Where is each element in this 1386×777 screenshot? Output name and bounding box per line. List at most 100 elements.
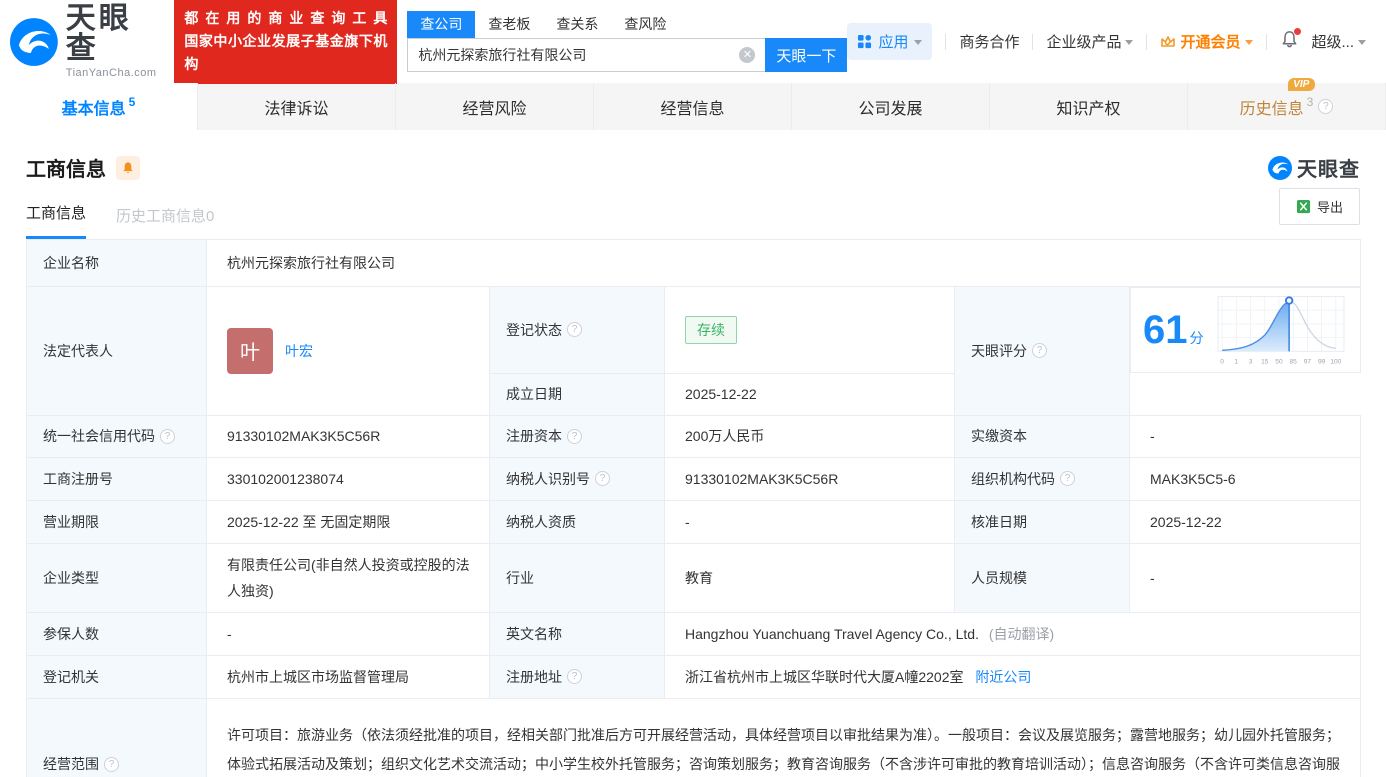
nav-enterprise-products[interactable]: 企业级产品 <box>1046 31 1134 52</box>
table-row: 工商注册号 330102001238074 纳税人识别号? 91330102MA… <box>26 456 1362 501</box>
tab-operation-risk[interactable]: 经营风险 <box>396 83 594 130</box>
help-icon[interactable]: ? <box>1032 343 1047 359</box>
help-icon[interactable]: ? <box>595 471 610 486</box>
tianyancha-logo[interactable]: 天眼查 TianYanCha.com <box>10 4 164 79</box>
subtab-row: 工商信息 历史工商信息0 导出 <box>0 182 1386 239</box>
nav-super-vip[interactable]: 超级... <box>1312 31 1367 52</box>
section-header: 工商信息 天眼查 <box>0 130 1386 182</box>
taxpayer-id-label: 纳税人识别号 <box>506 470 590 487</box>
subtab-history-business-info[interactable]: 历史工商信息0 <box>116 205 214 239</box>
reg-capital-label: 注册资本 <box>506 428 562 444</box>
nav-divider <box>1265 33 1267 50</box>
nav-divider <box>1032 33 1034 50</box>
svg-text:1: 1 <box>1234 359 1238 366</box>
table-row: 法定代表人 叶 叶宏 登记状态 ? 存续 天眼评分 ? 61 分 0 1 3 1… <box>26 286 1361 416</box>
chevron-down-icon <box>1125 40 1134 45</box>
legal-rep-name-link[interactable]: 叶宏 <box>285 341 313 361</box>
score-distribution-chart: 0 1 3 15 50 85 97 99 100 <box>1217 295 1344 366</box>
search-button[interactable]: 天眼一下 <box>765 38 848 72</box>
apps-menu[interactable]: 应用 <box>847 23 933 60</box>
taxpayer-id-value: 91330102MAK3K5C56R <box>664 456 955 501</box>
table-row: 企业类型 有限责任公司(非自然人投资或控股的法人独资) 行业 教育 人员规模 - <box>26 542 1362 613</box>
tab-history-info[interactable]: VIP 历史信息 3 ? <box>1188 77 1386 130</box>
watermark-logo: 天眼查 <box>1268 153 1360 182</box>
reg-status-label: 登记状态 <box>506 321 562 338</box>
notification-dot <box>1293 28 1301 35</box>
staff-size-label: 人员规模 <box>954 542 1130 613</box>
nav-open-vip[interactable]: 开通会员 <box>1160 31 1253 52</box>
org-code-value: MAK3K5C5-6 <box>1128 456 1362 501</box>
org-code-label: 组织机构代码 <box>971 470 1055 487</box>
business-term-label: 营业期限 <box>26 499 207 544</box>
table-row: 登记机关 杭州市上城区市场监督管理局 注册地址? 浙江省杭州市上城区华联时代大厦… <box>26 654 1362 699</box>
industry-value: 教育 <box>664 542 955 613</box>
tianyancha-swirl-icon <box>1268 155 1292 180</box>
chevron-down-icon <box>914 40 923 45</box>
table-row: 经营范围? 许可项目：旅游业务（依法须经批准的项目，经相关部门批准后方可开展经营… <box>26 697 1362 777</box>
search-block: 查公司 查老板 查关系 查风险 ✕ 天眼一下 <box>407 11 848 72</box>
business-info-table: 企业名称 杭州元探索旅行社有限公司 法定代表人 叶 叶宏 登记状态 ? 存续 天… <box>26 239 1362 777</box>
company-type-value: 有限责任公司(非自然人投资或控股的法人独资) <box>206 542 490 613</box>
apps-label: 应用 <box>878 34 909 51</box>
apps-grid-icon <box>858 34 872 49</box>
insured-count-value: - <box>206 611 490 656</box>
excel-icon <box>1296 199 1311 214</box>
business-scope-label: 经营范围 <box>43 756 99 772</box>
score-unit: 分 <box>1189 330 1204 346</box>
svg-text:97: 97 <box>1303 359 1311 366</box>
table-row: 企业名称 杭州元探索旅行社有限公司 <box>26 239 1362 287</box>
staff-size-value: - <box>1128 542 1362 613</box>
reg-authority-label: 登记机关 <box>26 654 207 699</box>
help-icon[interactable]: ? <box>567 322 582 338</box>
export-button[interactable]: 导出 <box>1278 188 1360 225</box>
svg-text:100: 100 <box>1330 359 1341 366</box>
taxpayer-quality-label: 纳税人资质 <box>489 499 665 544</box>
table-row: 参保人数 - 英文名称 Hangzhou Yuanchuang Travel A… <box>26 611 1362 656</box>
top-header: 天眼查 TianYanCha.com 都在用的商业查询工具 国家中小企业发展子基… <box>0 0 1386 85</box>
section-title: 工商信息 <box>26 159 106 181</box>
est-date-value: 2025-12-22 <box>664 372 955 416</box>
reg-number-value: 330102001238074 <box>206 456 490 501</box>
business-scope-value: 许可项目：旅游业务（依法须经批准的项目，经相关部门批准后方可开展经营活动，具体经… <box>205 697 1362 777</box>
nav-biz-cooperation[interactable]: 商务合作 <box>959 31 1019 52</box>
svg-text:85: 85 <box>1289 359 1297 366</box>
approval-date-label: 核准日期 <box>954 499 1130 544</box>
reg-address-value: 浙江省杭州市上城区华联时代大厦A幢2202室 <box>685 668 964 685</box>
tab-company-development[interactable]: 公司发展 <box>792 83 990 130</box>
promo-banner-line1: 都在用的商业查询工具 <box>184 9 388 26</box>
search-tab-relation[interactable]: 查关系 <box>543 11 611 38</box>
tab-basic-count: 5 <box>128 94 136 109</box>
score-block[interactable]: 61 分 0 1 3 15 50 85 97 99 100 <box>1130 287 1361 373</box>
help-icon[interactable]: ? <box>104 756 119 772</box>
company-type-label: 企业类型 <box>26 542 207 613</box>
nearby-companies-link[interactable]: 附近公司 <box>975 669 1031 685</box>
taxpayer-quality-value: - <box>664 499 955 544</box>
help-icon[interactable]: ? <box>567 428 582 444</box>
help-icon[interactable]: ? <box>1060 471 1075 486</box>
score-marker-icon <box>1284 296 1293 305</box>
tab-operation-info[interactable]: 经营信息 <box>594 83 792 130</box>
industry-label: 行业 <box>489 542 665 613</box>
help-icon[interactable]: ? <box>567 669 582 684</box>
help-icon[interactable]: ? <box>160 428 175 444</box>
tianyancha-swirl-icon <box>10 17 58 66</box>
search-tab-risk[interactable]: 查风险 <box>611 11 679 38</box>
subscribe-bell-button[interactable] <box>116 155 140 180</box>
paid-capital-value: - <box>1128 414 1362 458</box>
svg-text:0: 0 <box>1220 359 1224 366</box>
tab-basic-info[interactable]: 基本信息 5 <box>0 83 198 130</box>
legal-rep-avatar[interactable]: 叶 <box>227 327 273 374</box>
score-label: 天眼评分 <box>971 342 1027 359</box>
vip-badge: VIP <box>1288 77 1316 91</box>
subtab-business-info[interactable]: 工商信息 <box>26 202 87 239</box>
search-input[interactable] <box>407 38 766 72</box>
svg-text:3: 3 <box>1248 359 1252 366</box>
search-tab-company[interactable]: 查公司 <box>407 11 476 38</box>
help-icon[interactable]: ? <box>1318 99 1334 114</box>
brand-domain: TianYanCha.com <box>65 67 157 79</box>
tab-legal-litigation[interactable]: 法律诉讼 <box>198 83 396 130</box>
tab-intellectual-property[interactable]: 知识产权 <box>990 83 1188 130</box>
notification-bell[interactable] <box>1280 28 1301 53</box>
english-name-value: Hangzhou Yuanchuang Travel Agency Co., L… <box>685 625 979 642</box>
search-tab-boss[interactable]: 查老板 <box>475 11 543 38</box>
